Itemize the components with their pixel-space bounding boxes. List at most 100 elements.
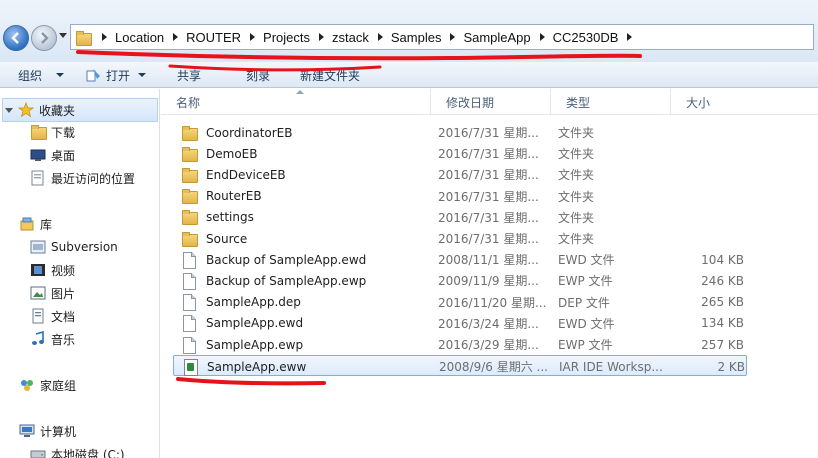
share-menu[interactable]: 共享	[177, 66, 201, 84]
file-date: 2016/3/29 星期...	[438, 338, 539, 352]
open-button[interactable]: 打开	[86, 66, 147, 84]
forward-button[interactable]	[31, 25, 57, 51]
file-row[interactable]: Backup of SampleApp.ewp 2009/11/9 星期... EW…	[173, 270, 747, 291]
nav-item-documents[interactable]: 文档	[30, 305, 75, 327]
burn-button[interactable]: 刻录	[246, 66, 270, 84]
breadcrumb-item[interactable]: ROUTER	[186, 25, 241, 49]
nav-item-homegroup[interactable]: 家庭组	[19, 374, 76, 396]
breadcrumb-separator-icon[interactable]	[173, 33, 179, 41]
breadcrumb-item[interactable]: Location	[115, 25, 164, 49]
hard-drive-icon	[30, 450, 46, 458]
libraries-icon	[20, 217, 34, 231]
file-date: 2009/11/9 星期...	[438, 274, 539, 289]
column-header-label: 大小	[686, 95, 711, 110]
file-row[interactable]: EndDeviceEB 2016/7/31 星期... 文件夹	[173, 164, 747, 185]
breadcrumb-separator-icon[interactable]	[102, 33, 107, 41]
nav-label: 桌面	[51, 148, 76, 163]
file-date: 2016/7/31 星期...	[438, 147, 539, 162]
nav-item-pictures[interactable]: 图片	[30, 282, 75, 304]
iar-workspace-icon	[182, 358, 198, 376]
nav-item-downloads[interactable]: 下载	[30, 121, 75, 143]
file-name: DemoEB	[206, 146, 258, 161]
file-icon	[181, 251, 197, 269]
file-date: 2016/7/31 星期...	[438, 189, 539, 204]
file-type: 文件夹	[558, 168, 595, 183]
breadcrumb-separator-icon[interactable]	[539, 33, 545, 41]
column-header-type[interactable]: 类型	[551, 89, 671, 115]
file-type: 文件夹	[558, 232, 595, 246]
new-folder-button[interactable]: 新建文件夹	[300, 66, 360, 84]
file-name: Backup of SampleApp.ewd	[206, 252, 367, 267]
nav-item-libraries[interactable]: 库	[19, 213, 52, 235]
file-row[interactable]: Backup of SampleApp.ewd 2008/11/1 星期... EW…	[173, 249, 747, 270]
breadcrumb-item[interactable]: Samples	[391, 25, 442, 49]
sort-ascending-icon	[296, 90, 304, 94]
file-row[interactable]: CoordinatorEB 2016/7/31 星期... 文件夹	[173, 122, 747, 143]
file-row[interactable]: Source 2016/7/31 星期... 文件夹	[173, 228, 747, 249]
folder-icon	[181, 167, 198, 183]
file-row[interactable]: settings 2016/7/31 星期... 文件夹	[173, 207, 747, 228]
breadcrumb-separator-icon[interactable]	[450, 33, 456, 41]
file-date: 2016/7/31 星期...	[438, 210, 539, 225]
file-row[interactable]: SampleApp.dep 2016/11/20 星期... DEP 文件 265 K…	[173, 292, 747, 313]
file-row[interactable]: SampleApp.eww 2008/9/6 星期六 ... IAR IDE Wor…	[173, 355, 747, 377]
file-row[interactable]: SampleApp.ewd 2016/3/24 星期... EWD 文件 134 KB	[173, 313, 747, 334]
documents-icon	[32, 308, 44, 324]
breadcrumb-separator-icon[interactable]	[319, 33, 325, 41]
column-header-date[interactable]: 修改日期	[431, 89, 551, 115]
file-size: 134 KB	[701, 316, 744, 331]
nav-label: 收藏夹	[39, 103, 76, 118]
back-button[interactable]	[3, 25, 29, 51]
address-box[interactable]: Location ROUTER Projects zstack Samples Sampl…	[70, 24, 814, 50]
folder-icon	[75, 30, 93, 46]
music-note-icon	[32, 331, 44, 345]
nav-item-recent-places[interactable]: 最近访问的位置	[30, 167, 135, 189]
file-size	[678, 186, 744, 207]
file-icon	[181, 336, 197, 354]
file-size	[678, 207, 744, 228]
file-name-cell: SampleApp.ewd	[181, 313, 426, 334]
file-row[interactable]: DemoEB 2016/7/31 星期... 文件夹	[173, 143, 747, 164]
file-row[interactable]: RouterEB 2016/7/31 星期... 文件夹	[173, 186, 747, 207]
folder-icon	[181, 231, 198, 247]
file-type: EWP 文件	[558, 274, 613, 289]
nav-label: 计算机	[40, 424, 77, 439]
downloads-folder-icon	[30, 124, 47, 140]
file-date: 2016/7/31 星期...	[438, 232, 539, 246]
pictures-icon	[30, 286, 46, 300]
nav-item-subversion[interactable]: Subversion	[30, 236, 118, 258]
nav-item-local-disk[interactable]: 本地磁盘 (C:)	[30, 443, 125, 458]
column-header-size[interactable]: 大小	[671, 89, 818, 115]
folder-icon	[181, 209, 198, 226]
breadcrumb-separator-icon[interactable]	[250, 33, 256, 41]
file-type: 文件夹	[558, 147, 595, 162]
breadcrumb-separator-icon[interactable]	[377, 33, 383, 41]
breadcrumb-separator-icon[interactable]	[627, 33, 633, 41]
nav-label: 图片	[51, 286, 76, 301]
file-size: 246 KB	[701, 273, 744, 288]
file-name-cell: Backup of SampleApp.ewd	[181, 249, 426, 270]
file-type: 文件夹	[558, 126, 595, 140]
file-name-cell: Backup of SampleApp.ewp	[181, 270, 426, 291]
nav-item-computer[interactable]: 计算机	[19, 420, 76, 442]
file-icon	[181, 272, 197, 290]
star-icon	[18, 102, 34, 118]
nav-item-desktop[interactable]: 桌面	[30, 144, 75, 166]
recent-pages-dropdown-icon[interactable]	[59, 33, 67, 38]
breadcrumb-item[interactable]: CC2530DB	[553, 25, 619, 49]
file-type: EWD 文件	[558, 316, 615, 331]
file-date: 2016/7/31 星期...	[438, 168, 539, 183]
nav-item-videos[interactable]: 视频	[30, 259, 75, 281]
nav-item-favorites[interactable]: 收藏夹	[2, 98, 158, 122]
file-name-cell: Source	[181, 228, 426, 249]
file-name-cell: RouterEB	[181, 186, 426, 207]
folder-icon	[181, 188, 198, 205]
breadcrumb-item[interactable]: SampleApp	[463, 25, 530, 49]
file-date: 2008/9/6 星期六 ...	[439, 360, 548, 375]
nav-item-music[interactable]: 音乐	[30, 328, 75, 350]
breadcrumb-item[interactable]: zstack	[332, 25, 369, 49]
organize-menu[interactable]: 组织	[18, 66, 65, 84]
nav-label: 本地磁盘 (C:)	[51, 447, 125, 458]
file-row[interactable]: SampleApp.ewp 2016/3/29 星期... EWP 文件 257 KB	[173, 334, 747, 355]
breadcrumb-item[interactable]: Projects	[263, 25, 310, 49]
